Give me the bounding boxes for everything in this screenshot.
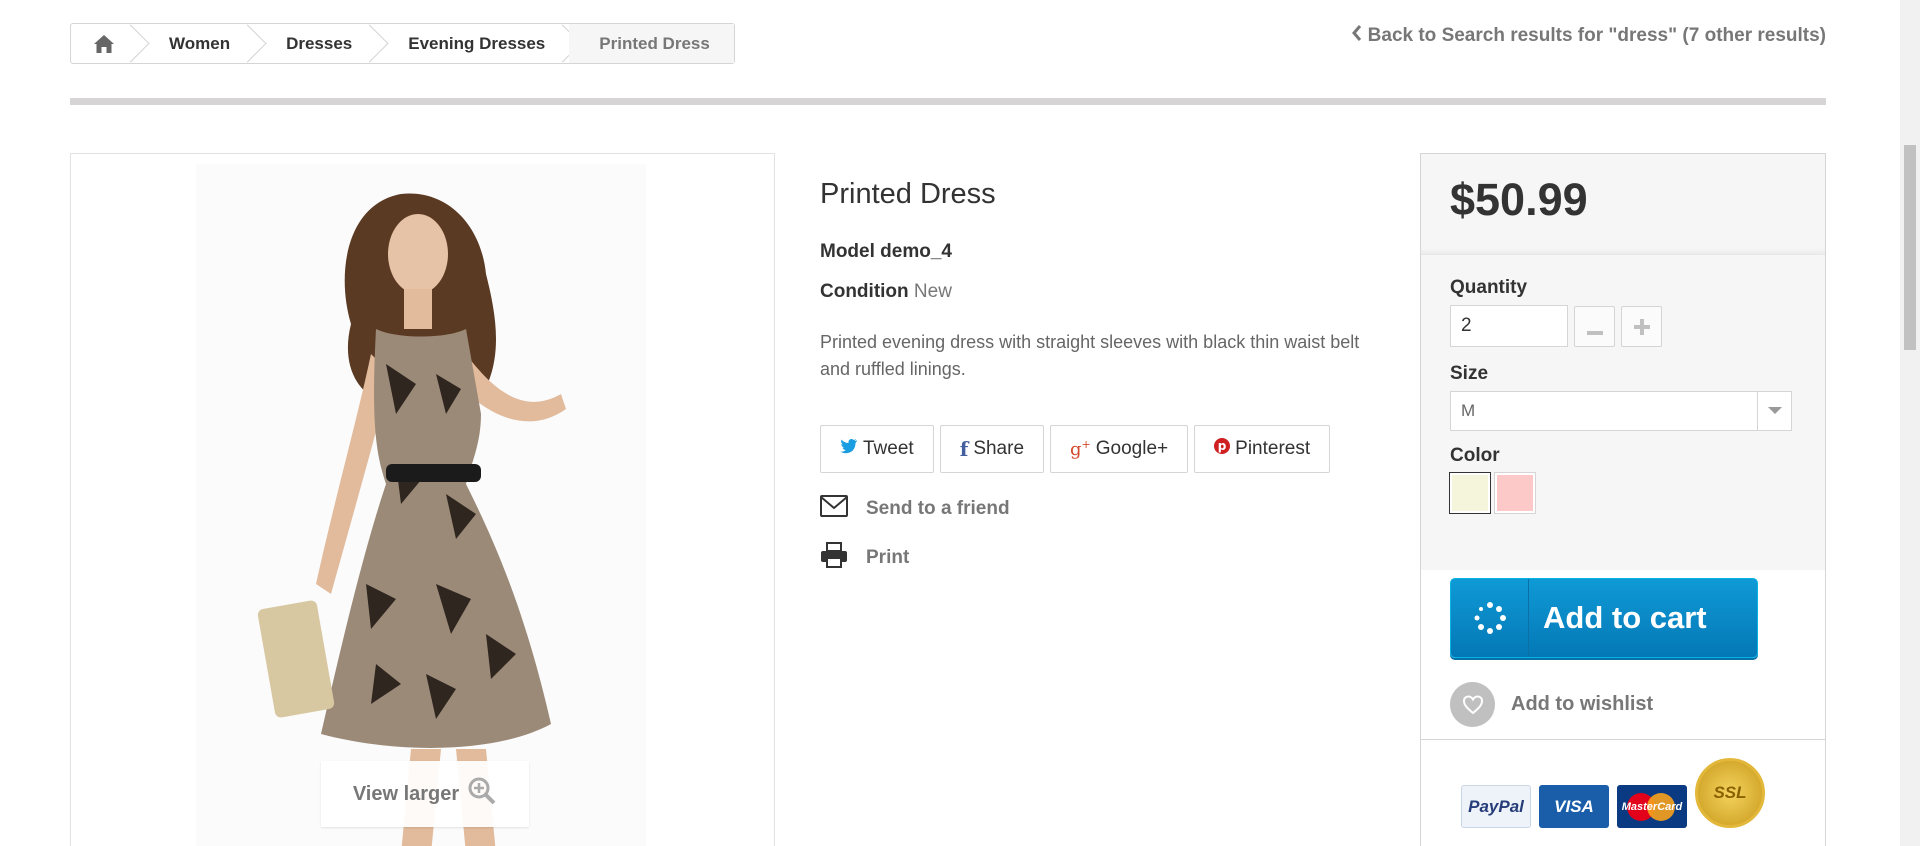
condition-label: Condition (820, 281, 909, 302)
breadcrumb-dresses[interactable]: Dresses (254, 24, 376, 63)
pinterest-label: Pinterest (1235, 438, 1311, 459)
price-area: $50.99 (1421, 154, 1825, 254)
quantity-label: Quantity (1450, 277, 1528, 298)
add-to-cart-label: Add to cart (1543, 600, 1707, 635)
condition-value: New (913, 281, 952, 302)
quantity-decrease-button[interactable] (1574, 305, 1615, 347)
size-select[interactable]: M (1450, 391, 1792, 431)
google-plus-label: Google+ (1095, 438, 1169, 459)
add-to-wishlist-label: Add to wishlist (1511, 693, 1654, 715)
back-to-search-link[interactable]: Back to Search results for "dress" (7 ot… (1351, 24, 1826, 48)
chevron-down-icon (1757, 392, 1791, 430)
product-photo[interactable] (196, 164, 646, 846)
add-to-cart-button[interactable]: Add to cart (1450, 578, 1758, 658)
breadcrumb-current: Printed Dress (569, 24, 734, 63)
social-share-buttons: Tweet f Share g+ Google+ p Pinterest (820, 425, 1380, 473)
mastercard-logo: MasterCard (1617, 785, 1687, 828)
facebook-icon: f (959, 437, 969, 461)
color-swatch-beige[interactable] (1449, 472, 1491, 514)
model-label: Model (820, 241, 875, 262)
quantity-row: 2 (1450, 305, 1796, 347)
color-label: Color (1450, 445, 1500, 466)
view-larger-button[interactable]: View larger (321, 761, 529, 827)
product-model: Model demo_4 (820, 241, 1380, 263)
buy-box: $50.99 Quantity 2 Size M Color Add to ca… (1420, 153, 1826, 846)
scrollbar-thumb[interactable] (1904, 145, 1916, 350)
visa-logo: VISA (1539, 785, 1609, 828)
page-scrollbar[interactable] (1900, 0, 1920, 846)
breadcrumb-home[interactable] (71, 24, 137, 63)
back-link-label: Back to Search results for "dress" (7 ot… (1367, 25, 1826, 46)
ssl-seal-logo: SSL (1695, 758, 1765, 828)
quantity-input[interactable]: 2 (1450, 305, 1568, 347)
product-condition: Condition New (820, 281, 1380, 303)
section-divider (70, 98, 1826, 105)
model-value: demo_4 (880, 241, 952, 262)
printer-icon (820, 542, 848, 574)
color-swatch-pink[interactable] (1494, 472, 1536, 514)
send-to-friend-link[interactable]: Send to a friend (820, 495, 1380, 523)
heart-icon (1450, 682, 1495, 727)
twitter-icon (840, 438, 858, 460)
product-info: Printed Dress Model demo_4 Condition New… (820, 178, 1380, 593)
chevron-left-icon (1351, 24, 1363, 48)
product-description: Printed evening dress with straight slee… (820, 332, 1360, 379)
view-larger-label: View larger (352, 782, 460, 805)
google-plus-icon: g+ (1070, 438, 1091, 460)
minus-icon (1586, 311, 1603, 342)
zoom-in-icon (467, 776, 497, 812)
google-plus-button[interactable]: g+ Google+ (1050, 425, 1189, 473)
quantity-increase-button[interactable] (1621, 305, 1662, 347)
breadcrumb: Women Dresses Evening Dresses Printed Dr… (70, 23, 735, 64)
pinterest-button[interactable]: p Pinterest (1194, 425, 1331, 473)
payment-logos: PayPal VISA MasterCard SSL (1461, 758, 1765, 828)
envelope-icon (820, 495, 848, 523)
color-swatches (1449, 472, 1796, 514)
product-image-panel: View larger (70, 153, 775, 846)
cart-area: Add to cart Add to wishlist PayPal VISA … (1421, 570, 1825, 846)
paypal-logo: PayPal (1461, 785, 1531, 828)
svg-text:p: p (1218, 439, 1227, 453)
send-to-friend-label: Send to a friend (866, 498, 1010, 519)
print-label: Print (866, 547, 910, 568)
home-icon (93, 34, 115, 54)
product-options: Quantity 2 Size M Color (1421, 254, 1825, 574)
payment-divider (1421, 739, 1825, 740)
add-to-wishlist-link[interactable]: Add to wishlist (1450, 682, 1653, 727)
plus-icon (1633, 311, 1650, 342)
loading-spinner-icon (1451, 579, 1529, 657)
print-link[interactable]: Print (820, 542, 1380, 574)
size-selected-value: M (1461, 401, 1476, 420)
breadcrumb-evening-dresses[interactable]: Evening Dresses (376, 24, 569, 63)
breadcrumb-women[interactable]: Women (137, 24, 254, 63)
facebook-share-button[interactable]: f Share (939, 425, 1045, 473)
product-price: $50.99 (1450, 174, 1588, 225)
tweet-button[interactable]: Tweet (820, 425, 934, 473)
size-label: Size (1450, 363, 1489, 384)
share-label: Share (973, 438, 1025, 459)
pinterest-icon: p (1214, 438, 1231, 460)
product-title: Printed Dress (820, 178, 996, 210)
tweet-label: Tweet (863, 438, 914, 459)
